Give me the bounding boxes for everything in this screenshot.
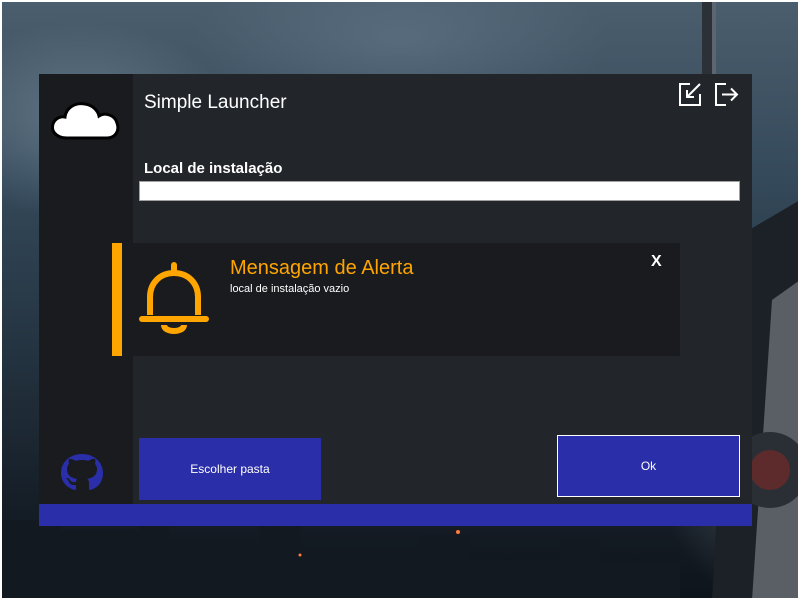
exit-icon[interactable] xyxy=(713,81,740,108)
install-location-input[interactable] xyxy=(139,181,740,201)
bell-icon xyxy=(139,262,209,334)
window-controls xyxy=(676,81,740,108)
app-title: Simple Launcher xyxy=(144,92,287,113)
footer-bar xyxy=(39,504,752,526)
minimize-icon[interactable] xyxy=(676,81,703,108)
choose-folder-button[interactable]: Escolher pasta xyxy=(139,438,321,500)
alert-title: Mensagem de Alerta xyxy=(230,257,414,279)
alert-accent-bar xyxy=(112,243,122,356)
ok-button[interactable]: Ok xyxy=(557,435,740,497)
alert-panel: Mensagem de Alerta local de instalação v… xyxy=(112,243,680,356)
alert-close-button[interactable]: X xyxy=(651,253,662,271)
alert-message: local de instalação vazio xyxy=(230,283,350,295)
launcher-window: Simple Launcher Local de instalação Mens… xyxy=(39,74,752,526)
install-location-label: Local de instalação xyxy=(144,160,283,177)
cloud-icon xyxy=(51,102,120,140)
github-icon[interactable] xyxy=(58,452,106,492)
